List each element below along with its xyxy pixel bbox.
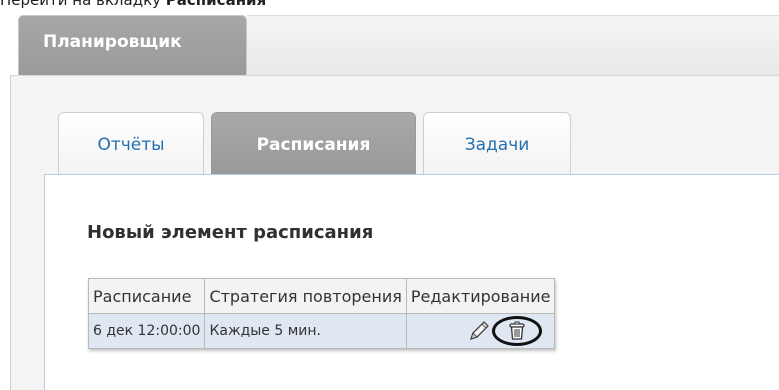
tab-schedules[interactable]: Расписания xyxy=(211,112,416,174)
caption-prefix: Перейти на вкладку xyxy=(0,0,166,9)
table-row[interactable]: 6 дек 12:00:00 Каждые 5 мин. xyxy=(87,313,556,349)
tab-reports[interactable]: Отчёты xyxy=(58,112,204,174)
cell-strategy: Каждые 5 мин. xyxy=(204,313,407,349)
instruction-caption: Перейти на вкладку Расписания xyxy=(0,0,266,10)
cell-schedule: 6 дек 12:00:00 xyxy=(87,313,206,349)
schedules-panel: Новый элемент расписания Расписание Стра… xyxy=(44,174,779,390)
outer-tab-bar xyxy=(247,15,779,75)
table-header-row: Расписание Стратегия повторения Редактир… xyxy=(87,278,556,314)
cell-editing xyxy=(405,313,556,349)
delete-highlight-circle xyxy=(492,316,543,346)
header-editing: Редактирование xyxy=(405,278,556,314)
inner-tabs: Отчёты Расписания Задачи xyxy=(44,112,779,174)
tab-schedules-label: Расписания xyxy=(256,135,371,155)
tab-tasks-label: Задачи xyxy=(464,135,530,155)
tab-scheduler-label: Планировщик xyxy=(43,32,182,52)
schedules-table: Расписание Стратегия повторения Редактир… xyxy=(87,278,556,349)
trash-icon[interactable] xyxy=(508,321,526,341)
pencil-icon[interactable] xyxy=(468,320,490,342)
tab-reports-label: Отчёты xyxy=(97,135,165,155)
caption-bold: Расписания xyxy=(165,0,267,9)
tab-scheduler[interactable]: Планировщик xyxy=(18,15,247,75)
header-repeat-strategy: Стратегия повторения xyxy=(204,278,407,314)
tab-tasks[interactable]: Задачи xyxy=(423,112,571,174)
new-schedule-item-link[interactable]: Новый элемент расписания xyxy=(87,222,373,243)
header-schedule: Расписание xyxy=(87,278,206,314)
